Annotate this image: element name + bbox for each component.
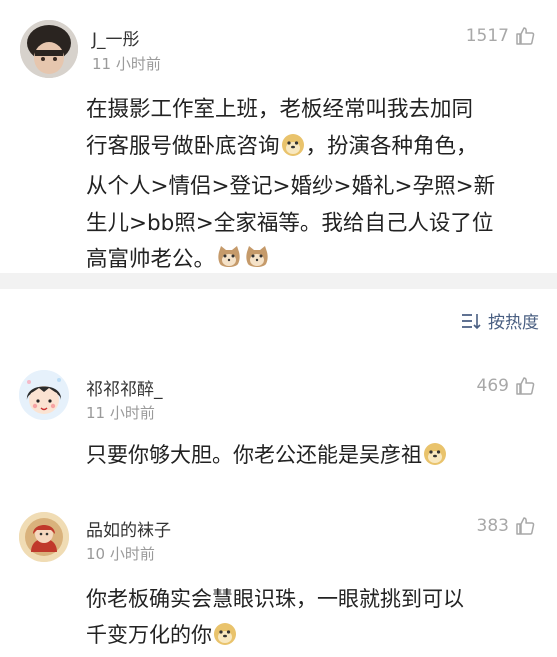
- text-segment: 只要你够大胆。你老公还能是吴彦祖: [86, 443, 422, 467]
- timestamp: 11 小时前: [86, 404, 155, 422]
- text-line: 在摄影工作室上班，老板经常叫我去加同: [86, 97, 474, 122]
- like-button[interactable]: 1517: [466, 26, 535, 46]
- text-segment: 千变万化的你: [86, 623, 212, 647]
- username[interactable]: J_一彤: [92, 25, 140, 50]
- text-line: 你老板确实会慧眼识珠，一眼就挑到可以: [86, 587, 464, 611]
- username[interactable]: 祁祁祁醉_: [86, 375, 163, 400]
- section-divider: [0, 273, 557, 289]
- comment-text: 你老板确实会慧眼识珠，一眼就挑到可以 千变万化的你: [86, 581, 546, 657]
- thumbs-up-icon: [516, 377, 535, 395]
- like-button[interactable]: 383: [477, 516, 535, 536]
- comment-text: 只要你够大胆。你老公还能是吴彦祖: [86, 439, 448, 475]
- sort-icon: [462, 313, 481, 329]
- like-count: 469: [476, 376, 509, 396]
- timestamp: 11 小时前: [92, 55, 161, 73]
- sort-label: 按热度: [488, 313, 539, 333]
- thumbs-up-icon: [516, 27, 535, 45]
- text-line: 千变万化的你: [86, 617, 546, 657]
- text-line: 生儿>bb照>全家福等。我给自己人设了位: [86, 210, 494, 236]
- like-count: 1517: [465, 26, 509, 46]
- avatar[interactable]: [19, 512, 69, 562]
- doge-emoji-icon: [423, 442, 447, 475]
- text-segment: 高富帅老公。: [86, 247, 216, 272]
- thumbs-up-icon: [516, 517, 535, 535]
- like-button[interactable]: 469: [477, 376, 535, 396]
- timestamp: 10 小时前: [86, 545, 155, 563]
- avatar[interactable]: [20, 20, 78, 78]
- username[interactable]: 品如的袜子: [86, 516, 171, 541]
- text-segment: 行客服号做卧底咨询: [86, 133, 280, 159]
- text-segment: ，扮演各种角色，: [305, 133, 478, 159]
- sort-by-hot-button[interactable]: 按热度: [460, 308, 539, 333]
- avatar[interactable]: [19, 370, 69, 420]
- text-line: 从个人>情侣>登记>婚纱>婚礼>孕照>新: [86, 174, 496, 199]
- like-count: 383: [476, 516, 509, 536]
- doge-emoji-icon: [281, 133, 305, 170]
- text-line: 行客服号做卧底咨询 ，扮演各种角色，: [86, 129, 546, 170]
- doge-emoji-icon: [213, 621, 237, 657]
- comment-text: 在摄影工作室上班，老板经常叫我去加同 行客服号做卧底咨询 ，扮演各种角色， 从个人…: [86, 92, 546, 283]
